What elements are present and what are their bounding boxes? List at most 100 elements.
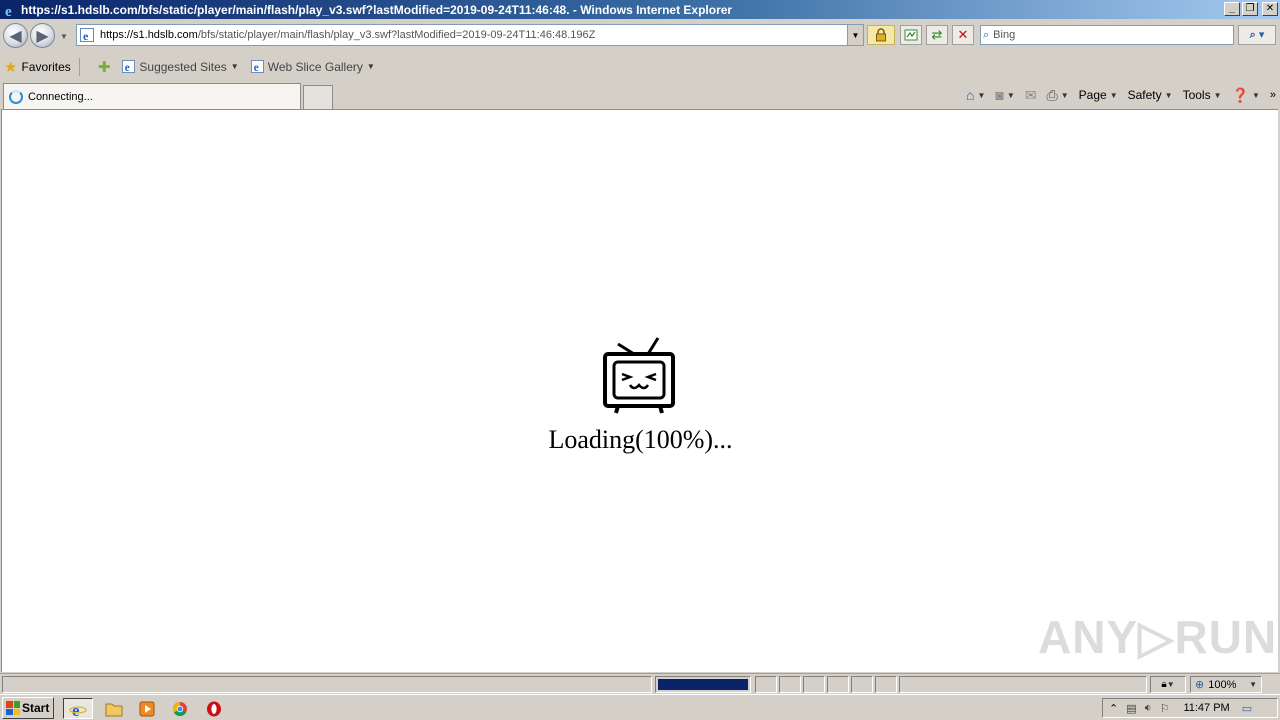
add-favorite-icon: ✚ bbox=[97, 58, 111, 76]
chevron-right-icon: » bbox=[1269, 89, 1276, 101]
chrome-icon bbox=[173, 701, 187, 716]
url-path: /bfs/static/player/main/flash/play_v3.sw… bbox=[197, 29, 596, 41]
help-menu[interactable]: ❓ ▼ bbox=[1232, 87, 1260, 104]
new-tab-button[interactable] bbox=[303, 85, 333, 109]
back-arrow-icon: ◀ bbox=[9, 27, 22, 45]
status-panel bbox=[899, 676, 1147, 693]
chevron-down-icon: ▼ bbox=[977, 90, 986, 100]
page-content: Loading(100%)... ANY▷RUN bbox=[1, 109, 1278, 672]
refresh-icon: ⇄ bbox=[931, 27, 943, 42]
home-button[interactable]: ⌂ ▼ bbox=[966, 87, 985, 103]
mail-icon: ✉ bbox=[1024, 86, 1037, 103]
safety-menu-label: Safety bbox=[1127, 88, 1162, 102]
stop-button[interactable]: ✕ bbox=[952, 25, 974, 45]
status-panel bbox=[827, 676, 849, 693]
status-panel bbox=[851, 676, 873, 693]
opera-icon bbox=[207, 701, 221, 716]
system-tray: ⌃ ▤ 🔉︎ ⚐ 11:47 PM ▭ bbox=[1102, 698, 1278, 718]
favorites-label: Favorites bbox=[21, 59, 71, 74]
action-center-flag-icon[interactable]: ⚐ bbox=[1160, 702, 1170, 715]
ie-page-icon: e bbox=[80, 28, 94, 42]
address-bar[interactable]: e https://s1.hdslb.com/bfs/static/player… bbox=[76, 24, 864, 46]
print-button[interactable]: ⎙ ▼ bbox=[1047, 87, 1069, 104]
feeds-button[interactable]: ◙ ▼ bbox=[995, 87, 1014, 103]
search-box[interactable]: ⌕ Bing bbox=[980, 25, 1234, 45]
status-panel bbox=[779, 676, 801, 693]
forward-button[interactable]: ▶ bbox=[30, 23, 55, 48]
ie-page-icon: e bbox=[122, 60, 136, 73]
rss-icon: ◙ bbox=[995, 87, 1004, 103]
taskbar-explorer-button[interactable] bbox=[99, 698, 129, 719]
taskbar-media-player-button[interactable] bbox=[132, 698, 162, 719]
printer-icon: ⎙ bbox=[1046, 86, 1058, 103]
chevron-down-icon: ▼ bbox=[366, 62, 375, 71]
search-placeholder: Bing bbox=[993, 29, 1016, 41]
page-menu[interactable]: Page ▼ bbox=[1079, 88, 1118, 102]
read-mail-button[interactable]: ✉ bbox=[1025, 87, 1037, 104]
start-label: Start bbox=[22, 701, 50, 715]
protected-mode-indicator[interactable]: 🔒︎ ▼ bbox=[1150, 676, 1186, 693]
forward-arrow-icon: ▶ bbox=[36, 27, 49, 45]
chevron-down-icon: ▼ bbox=[1251, 90, 1260, 100]
status-panel bbox=[803, 676, 825, 693]
security-lock-button[interactable] bbox=[867, 25, 895, 45]
network-icon[interactable]: ▤ bbox=[1126, 702, 1136, 715]
tab-title: Connecting... bbox=[28, 90, 93, 103]
refresh-button[interactable]: ⇄ bbox=[926, 25, 948, 45]
status-bar: 🔒︎ ▼ ⊕ 100% ▼ bbox=[0, 673, 1280, 693]
home-icon: ⌂ bbox=[966, 87, 975, 103]
zoom-level: 100% bbox=[1208, 678, 1237, 691]
navigation-bar: ◀ ▶ ▼ e https://s1.hdslb.com/bfs/static/… bbox=[0, 20, 1280, 52]
recent-pages-dropdown[interactable]: ▼ bbox=[60, 32, 70, 42]
start-button[interactable]: Start bbox=[2, 697, 54, 719]
safety-menu[interactable]: Safety ▼ bbox=[1128, 88, 1173, 102]
windows-logo-icon bbox=[6, 701, 20, 715]
status-panel bbox=[875, 676, 897, 693]
suggested-sites-label: Suggested Sites bbox=[139, 59, 227, 74]
media-player-icon bbox=[139, 701, 155, 716]
taskbar-chrome-button[interactable] bbox=[165, 698, 195, 719]
compatibility-icon bbox=[904, 29, 918, 41]
taskbar-ie-button[interactable]: e bbox=[63, 698, 93, 719]
taskbar-opera-button[interactable] bbox=[199, 698, 229, 719]
tab-active[interactable]: Connecting... bbox=[3, 83, 301, 109]
command-bar: ⌂ ▼ ◙ ▼ ✉ ⎙ ▼ Page ▼ Safety ▼ Tools ▼ ❓ ▼ » bbox=[966, 85, 1276, 105]
search-go-button[interactable]: ⌕ ▾ bbox=[1238, 25, 1276, 45]
tab-bar: Connecting... ⌂ ▼ ◙ ▼ ✉ ⎙ ▼ Page ▼ Safety ▼ T… bbox=[0, 81, 1280, 109]
page-menu-label: Page bbox=[1078, 88, 1107, 102]
favorites-button[interactable]: ★ Favorites bbox=[4, 57, 80, 76]
show-desktop-icon[interactable]: ▭ bbox=[1242, 702, 1252, 715]
suggested-sites-link[interactable]: e Suggested Sites ▼ bbox=[122, 59, 239, 74]
loading-progress-bar bbox=[655, 676, 751, 693]
chevron-down-icon: ▼ bbox=[1109, 90, 1118, 100]
back-button[interactable]: ◀ bbox=[3, 23, 28, 48]
title-bar: e https://s1.hdslb.com/bfs/static/player… bbox=[0, 0, 1280, 19]
zoom-control[interactable]: ⊕ 100% ▼ bbox=[1190, 676, 1262, 693]
compatibility-view-button[interactable] bbox=[900, 25, 922, 45]
add-to-favorites-bar-button[interactable]: ✚ bbox=[98, 58, 111, 76]
show-hidden-icons-button[interactable]: ⌃ bbox=[1109, 702, 1118, 715]
more-commands-button[interactable]: » bbox=[1270, 89, 1276, 101]
ie-icon: e bbox=[5, 4, 12, 18]
chevron-down-icon: ▼ bbox=[1213, 90, 1222, 100]
chevron-down-icon: ▼ bbox=[1166, 680, 1175, 689]
close-button[interactable]: ✕ bbox=[1262, 2, 1278, 16]
ie-icon: e bbox=[69, 701, 87, 718]
loading-text: Loading(100%)... bbox=[548, 425, 733, 454]
address-dropdown-button[interactable]: ▼ bbox=[847, 25, 863, 45]
lock-icon bbox=[876, 28, 886, 42]
clock[interactable]: 11:47 PM bbox=[1183, 702, 1229, 714]
minimize-button[interactable]: _ bbox=[1224, 2, 1240, 16]
svg-text:e: e bbox=[83, 29, 89, 42]
favorites-bar: ★ Favorites ✚ e Suggested Sites ▼ e Web … bbox=[0, 53, 1280, 80]
web-slice-gallery-link[interactable]: e Web Slice Gallery ▼ bbox=[250, 59, 375, 74]
taskbar: Start e ⌃ ▤ 🔉︎ ⚐ 11:47 PM ▭ bbox=[0, 694, 1280, 720]
stop-icon: ✕ bbox=[957, 27, 969, 42]
volume-icon[interactable]: 🔉︎ bbox=[1145, 702, 1152, 715]
web-slice-gallery-label: Web Slice Gallery bbox=[267, 59, 363, 74]
maximize-button[interactable]: ❐ bbox=[1242, 2, 1258, 16]
tools-menu-label: Tools bbox=[1182, 88, 1211, 102]
tools-menu[interactable]: Tools ▼ bbox=[1183, 88, 1222, 102]
url-host: https://s1.hdslb.com bbox=[100, 29, 198, 41]
svg-text:e: e bbox=[125, 62, 130, 73]
